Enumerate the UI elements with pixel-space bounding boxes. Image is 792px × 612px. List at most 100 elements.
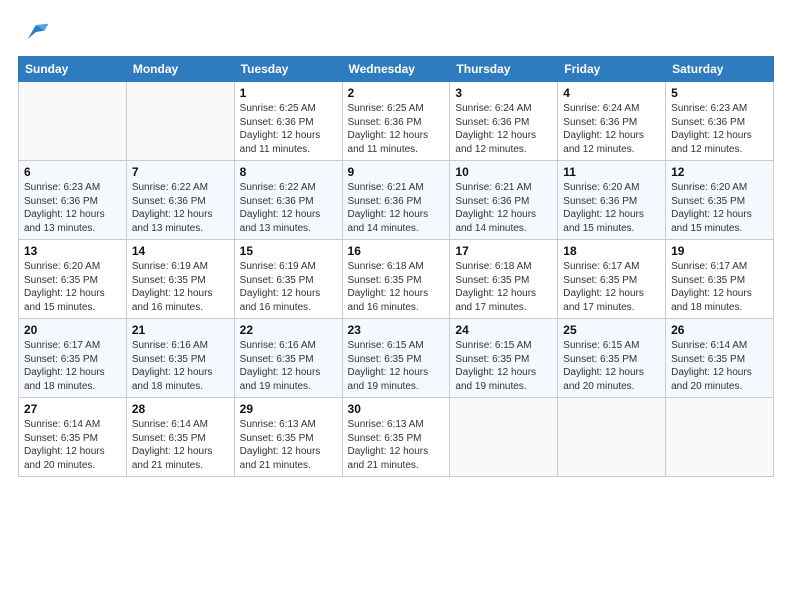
day-number: 19	[671, 244, 768, 258]
day-number: 24	[455, 323, 552, 337]
day-cell: 28 Sunrise: 6:14 AM Sunset: 6:35 PM Dayli…	[126, 398, 234, 477]
day-cell: 21 Sunrise: 6:16 AM Sunset: 6:35 PM Dayli…	[126, 319, 234, 398]
weekday-header-sunday: Sunday	[19, 57, 127, 82]
day-info: Sunrise: 6:25 AM Sunset: 6:36 PM Dayligh…	[348, 102, 445, 156]
day-number: 12	[671, 165, 768, 179]
day-info: Sunrise: 6:21 AM Sunset: 6:36 PM Dayligh…	[455, 181, 552, 235]
day-number: 15	[240, 244, 337, 258]
week-row-2: 6Sunrise: 6:23 AM Sunset: 6:36 PM Daylig…	[19, 161, 774, 240]
day-number: 3	[455, 86, 552, 100]
logo	[18, 18, 50, 46]
day-cell	[558, 398, 666, 477]
day-number: 11	[563, 165, 660, 179]
day-info: Sunrise: 6:20 AM Sunset: 6:36 PM Dayligh…	[563, 181, 660, 235]
day-cell: 20 Sunrise: 6:17 AM Sunset: 6:35 PM Dayli…	[19, 319, 127, 398]
day-info: Sunrise: 6:13 AM Sunset: 6:35 PM Dayligh…	[240, 418, 337, 472]
day-number: 16	[348, 244, 445, 258]
day-info: Sunrise: 6:17 AM Sunset: 6:35 PM Dayligh…	[563, 260, 660, 314]
day-number: 26	[671, 323, 768, 337]
weekday-header-tuesday: Tuesday	[234, 57, 342, 82]
day-cell: 10 Sunrise: 6:21 AM Sunset: 6:36 PM Dayli…	[450, 161, 558, 240]
day-cell	[19, 82, 127, 161]
day-info: Sunrise: 6:15 AM Sunset: 6:35 PM Dayligh…	[563, 339, 660, 393]
day-number: 8	[240, 165, 337, 179]
day-info: Sunrise: 6:23 AM Sunset: 6:36 PM Dayligh…	[671, 102, 768, 156]
day-info: Sunrise: 6:25 AM Sunset: 6:36 PM Dayligh…	[240, 102, 337, 156]
day-number: 7	[132, 165, 229, 179]
day-number: 20	[24, 323, 121, 337]
week-row-3: 13 Sunrise: 6:20 AM Sunset: 6:35 PM Dayli…	[19, 240, 774, 319]
day-cell: 2 Sunrise: 6:25 AM Sunset: 6:36 PM Daylig…	[342, 82, 450, 161]
day-number: 14	[132, 244, 229, 258]
day-number: 27	[24, 402, 121, 416]
day-info: Sunrise: 6:18 AM Sunset: 6:35 PM Dayligh…	[455, 260, 552, 314]
day-info: Sunrise: 6:20 AM Sunset: 6:35 PM Dayligh…	[24, 260, 121, 314]
day-cell: 4 Sunrise: 6:24 AM Sunset: 6:36 PM Daylig…	[558, 82, 666, 161]
day-cell: 3 Sunrise: 6:24 AM Sunset: 6:36 PM Daylig…	[450, 82, 558, 161]
day-info: Sunrise: 6:16 AM Sunset: 6:35 PM Dayligh…	[240, 339, 337, 393]
day-cell: 17 Sunrise: 6:18 AM Sunset: 6:35 PM Dayli…	[450, 240, 558, 319]
logo-bird-icon	[22, 18, 50, 46]
day-cell: 9 Sunrise: 6:21 AM Sunset: 6:36 PM Daylig…	[342, 161, 450, 240]
day-cell: 15 Sunrise: 6:19 AM Sunset: 6:35 PM Dayli…	[234, 240, 342, 319]
day-cell: 27 Sunrise: 6:14 AM Sunset: 6:35 PM Dayli…	[19, 398, 127, 477]
weekday-header-thursday: Thursday	[450, 57, 558, 82]
day-cell	[126, 82, 234, 161]
day-info: Sunrise: 6:14 AM Sunset: 6:35 PM Dayligh…	[671, 339, 768, 393]
day-info: Sunrise: 6:16 AM Sunset: 6:35 PM Dayligh…	[132, 339, 229, 393]
day-number: 28	[132, 402, 229, 416]
day-info: Sunrise: 6:19 AM Sunset: 6:35 PM Dayligh…	[240, 260, 337, 314]
day-info: Sunrise: 6:22 AM Sunset: 6:36 PM Dayligh…	[132, 181, 229, 235]
day-info: Sunrise: 6:14 AM Sunset: 6:35 PM Dayligh…	[24, 418, 121, 472]
day-cell: 12 Sunrise: 6:20 AM Sunset: 6:35 PM Dayli…	[666, 161, 774, 240]
day-cell: 22 Sunrise: 6:16 AM Sunset: 6:35 PM Dayli…	[234, 319, 342, 398]
day-number: 22	[240, 323, 337, 337]
day-info: Sunrise: 6:24 AM Sunset: 6:36 PM Dayligh…	[563, 102, 660, 156]
day-info: Sunrise: 6:19 AM Sunset: 6:35 PM Dayligh…	[132, 260, 229, 314]
day-cell: 26 Sunrise: 6:14 AM Sunset: 6:35 PM Dayli…	[666, 319, 774, 398]
header	[18, 18, 774, 46]
day-number: 4	[563, 86, 660, 100]
day-number: 2	[348, 86, 445, 100]
day-number: 21	[132, 323, 229, 337]
day-info: Sunrise: 6:18 AM Sunset: 6:35 PM Dayligh…	[348, 260, 445, 314]
day-cell: 5 Sunrise: 6:23 AM Sunset: 6:36 PM Daylig…	[666, 82, 774, 161]
day-number: 17	[455, 244, 552, 258]
day-info: Sunrise: 6:14 AM Sunset: 6:35 PM Dayligh…	[132, 418, 229, 472]
day-info: Sunrise: 6:24 AM Sunset: 6:36 PM Dayligh…	[455, 102, 552, 156]
week-row-1: 1 Sunrise: 6:25 AM Sunset: 6:36 PM Daylig…	[19, 82, 774, 161]
day-number: 29	[240, 402, 337, 416]
day-cell: 30Sunrise: 6:13 AM Sunset: 6:35 PM Dayli…	[342, 398, 450, 477]
day-info: Sunrise: 6:21 AM Sunset: 6:36 PM Dayligh…	[348, 181, 445, 235]
day-info: Sunrise: 6:15 AM Sunset: 6:35 PM Dayligh…	[348, 339, 445, 393]
day-cell: 24 Sunrise: 6:15 AM Sunset: 6:35 PM Dayli…	[450, 319, 558, 398]
day-info: Sunrise: 6:15 AM Sunset: 6:35 PM Dayligh…	[455, 339, 552, 393]
day-cell: 29 Sunrise: 6:13 AM Sunset: 6:35 PM Dayli…	[234, 398, 342, 477]
day-number: 25	[563, 323, 660, 337]
week-row-5: 27 Sunrise: 6:14 AM Sunset: 6:35 PM Dayli…	[19, 398, 774, 477]
day-info: Sunrise: 6:23 AM Sunset: 6:36 PM Dayligh…	[24, 181, 121, 235]
day-cell: 16 Sunrise: 6:18 AM Sunset: 6:35 PM Dayli…	[342, 240, 450, 319]
day-cell	[450, 398, 558, 477]
day-cell: 14 Sunrise: 6:19 AM Sunset: 6:35 PM Dayli…	[126, 240, 234, 319]
page: SundayMondayTuesdayWednesdayThursdayFrid…	[0, 0, 792, 612]
day-cell: 23Sunrise: 6:15 AM Sunset: 6:35 PM Dayli…	[342, 319, 450, 398]
day-cell: 8Sunrise: 6:22 AM Sunset: 6:36 PM Daylig…	[234, 161, 342, 240]
day-number: 10	[455, 165, 552, 179]
weekday-header-friday: Friday	[558, 57, 666, 82]
day-cell: 13 Sunrise: 6:20 AM Sunset: 6:35 PM Dayli…	[19, 240, 127, 319]
day-number: 13	[24, 244, 121, 258]
weekday-header-monday: Monday	[126, 57, 234, 82]
day-cell: 6Sunrise: 6:23 AM Sunset: 6:36 PM Daylig…	[19, 161, 127, 240]
day-number: 9	[348, 165, 445, 179]
day-cell: 7 Sunrise: 6:22 AM Sunset: 6:36 PM Daylig…	[126, 161, 234, 240]
weekday-header-wednesday: Wednesday	[342, 57, 450, 82]
day-cell: 19 Sunrise: 6:17 AM Sunset: 6:35 PM Dayli…	[666, 240, 774, 319]
day-number: 1	[240, 86, 337, 100]
day-info: Sunrise: 6:20 AM Sunset: 6:35 PM Dayligh…	[671, 181, 768, 235]
day-cell	[666, 398, 774, 477]
day-info: Sunrise: 6:17 AM Sunset: 6:35 PM Dayligh…	[671, 260, 768, 314]
day-number: 5	[671, 86, 768, 100]
calendar-table: SundayMondayTuesdayWednesdayThursdayFrid…	[18, 56, 774, 477]
day-info: Sunrise: 6:17 AM Sunset: 6:35 PM Dayligh…	[24, 339, 121, 393]
